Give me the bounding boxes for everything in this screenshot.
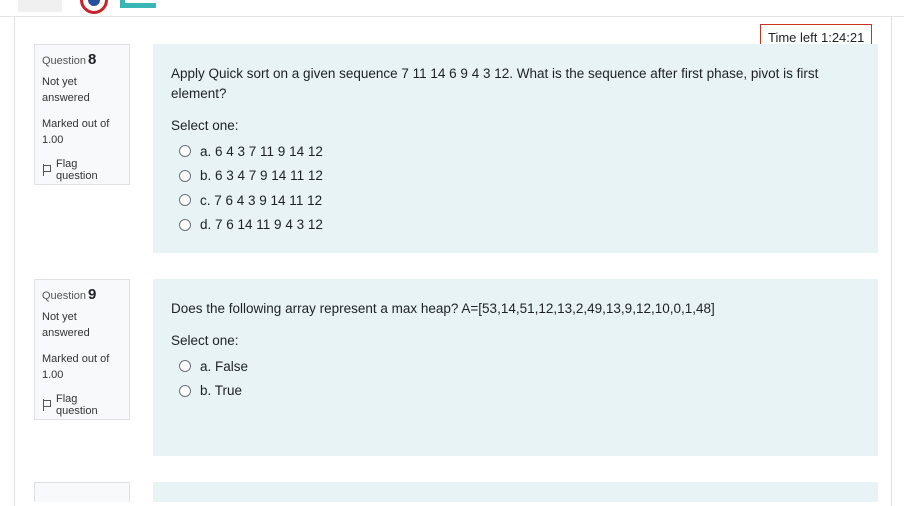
answer-option-label: b. 6 3 4 7 9 14 11 12 xyxy=(200,168,323,184)
flag-icon xyxy=(42,164,52,176)
flag-icon xyxy=(42,399,52,411)
question-content-8: Apply Quick sort on a given sequence 7 1… xyxy=(153,44,878,253)
top-navbar xyxy=(0,0,904,17)
answer-option-label: b. True xyxy=(200,383,243,399)
radio-button[interactable] xyxy=(179,218,191,231)
select-one-prompt: Select one: xyxy=(171,118,239,133)
answer-option-b[interactable]: b. True xyxy=(171,379,860,404)
answer-option-d[interactable]: d. 7 6 14 11 9 4 3 12 xyxy=(171,213,860,238)
flag-question-button[interactable]: Flag question xyxy=(42,158,122,182)
radio-button[interactable] xyxy=(179,194,191,207)
answer-option-label: a. False xyxy=(200,358,249,374)
question-content-10 xyxy=(153,482,878,502)
question-number: Question 9 xyxy=(42,286,97,303)
question-state: Not yet answered xyxy=(42,311,90,339)
university-logo-icon[interactable] xyxy=(80,0,108,14)
answer-option-label: c. 7 6 4 3 9 14 11 12 xyxy=(200,192,323,208)
site-logo-icon[interactable] xyxy=(120,0,156,8)
question-content-9: Does the following array represent a max… xyxy=(153,279,878,456)
question-grade: Marked out of 1.00 xyxy=(42,118,110,146)
flag-question-label: Flag question xyxy=(56,393,98,417)
answer-option-label: a. 6 4 3 7 11 9 14 12 xyxy=(200,143,323,159)
answer-option-label: d. 7 6 14 11 9 4 3 12 xyxy=(200,217,323,233)
question-text: Does the following array represent a max… xyxy=(171,301,715,316)
question-state: Not yet answered xyxy=(42,76,90,104)
answer-option-a[interactable]: a. 6 4 3 7 11 9 14 12 xyxy=(171,139,860,164)
answer-option-a[interactable]: a. False xyxy=(171,354,860,379)
question-info-8: Question 8 Not yet answered Marked out of… xyxy=(34,44,130,185)
answer-option-c[interactable]: c. 7 6 4 3 9 14 11 12 xyxy=(171,188,860,213)
answer-options: a. False b. True xyxy=(171,354,860,403)
flag-question-button[interactable]: Flag question xyxy=(42,393,122,417)
select-one-prompt: Select one: xyxy=(171,333,239,348)
question-text: Apply Quick sort on a given sequence 7 1… xyxy=(171,66,819,101)
question-info-10 xyxy=(34,482,130,502)
radio-button[interactable] xyxy=(179,384,191,397)
flag-question-label: Flag question xyxy=(56,158,98,182)
question-info-9: Question 9 Not yet answered Marked out of… xyxy=(34,279,130,420)
question-grade: Marked out of 1.00 xyxy=(42,353,110,381)
answer-options: a. 6 4 3 7 11 9 14 12 b. 6 3 4 7 9 14 11… xyxy=(171,139,860,237)
question-number: Question 8 xyxy=(42,51,97,68)
radio-button[interactable] xyxy=(179,360,191,373)
radio-button[interactable] xyxy=(179,145,191,158)
answer-option-b[interactable]: b. 6 3 4 7 9 14 11 12 xyxy=(171,164,860,189)
radio-button[interactable] xyxy=(179,169,191,182)
nav-drawer-button[interactable] xyxy=(18,0,62,12)
